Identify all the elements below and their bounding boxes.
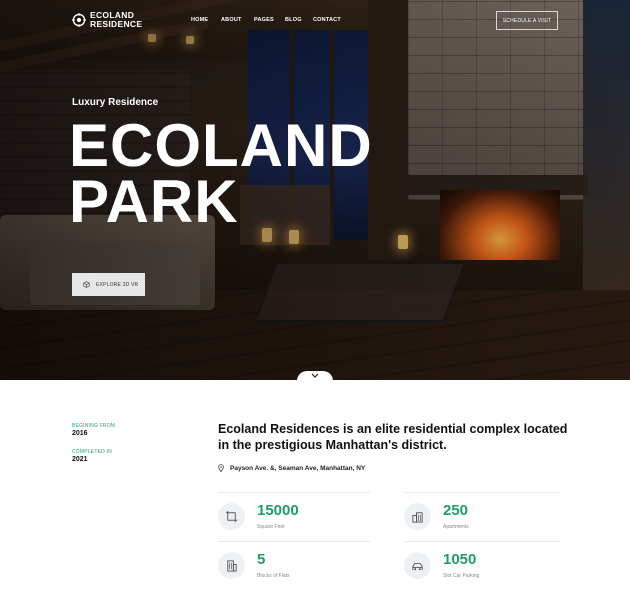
stat-label: Slot Car Parking: [443, 573, 480, 579]
stat-text: 1050 Slot Car Parking: [443, 551, 480, 580]
stat-label: Apartments: [443, 524, 469, 530]
schedule-visit-button[interactable]: SCHEDULE A VISIT: [496, 11, 558, 30]
apartments-icon: [412, 512, 423, 523]
stat-icon-wrap: [404, 503, 431, 530]
stat-text: 5 Blocks of Flats: [257, 551, 290, 580]
address-text: Payson Ave. &, Seaman Ave, Manhattan, NY: [230, 464, 366, 472]
divider: [404, 541, 560, 542]
logo[interactable]: ECOLAND RESIDENCE: [72, 11, 142, 28]
explore-vr-label: EXPLORE 3D VR: [96, 281, 139, 288]
beginning-label: BEGINING FROM: [72, 423, 116, 429]
explore-vr-button[interactable]: EXPLORE 3D VR: [72, 273, 145, 296]
stat-value: 5: [257, 551, 266, 568]
stat-parking: 1050 Slot Car Parking: [404, 552, 479, 579]
stat-blocks: 5 Blocks of Flats: [218, 552, 290, 579]
address: Payson Ave. &, Seaman Ave, Manhattan, NY: [218, 464, 365, 472]
logo-icon: [72, 12, 86, 27]
area-icon: [225, 510, 238, 523]
nav-pages[interactable]: PAGES: [254, 17, 274, 23]
stat-text: 15000 Square Feet: [257, 502, 299, 531]
location-pin-icon: [218, 464, 224, 472]
nav-home[interactable]: HOME: [191, 17, 208, 23]
logo-text: ECOLAND RESIDENCE: [90, 11, 142, 28]
divider: [404, 492, 560, 493]
completed-value: 2021: [72, 456, 88, 463]
stat-icon-wrap: [218, 503, 245, 530]
cube-icon: [83, 281, 90, 288]
chevron-down-icon: [311, 373, 319, 378]
stat-apartments: 250 Apartments: [404, 503, 469, 530]
divider: [218, 492, 370, 493]
stat-value: 1050: [443, 551, 477, 568]
nav-about[interactable]: ABOUT: [221, 17, 242, 23]
stat-value: 250: [443, 502, 469, 519]
scroll-down-button[interactable]: [297, 371, 333, 381]
stat-icon-wrap: [404, 552, 431, 579]
hero-title: ECOLAND PARK: [69, 112, 409, 235]
nav-contact[interactable]: CONTACT: [313, 17, 341, 23]
hero-title-line2: PARK: [69, 168, 239, 235]
stat-value: 15000: [257, 502, 299, 519]
stat-square-feet: 15000 Square Feet: [218, 503, 299, 530]
top-nav: ECOLAND RESIDENCE HOME ABOUT PAGES BLOG …: [0, 0, 630, 42]
stat-icon-wrap: [218, 552, 245, 579]
stat-label: Blocks of Flats: [257, 573, 290, 579]
stat-label: Square Feet: [257, 524, 285, 530]
intro-headline: Ecoland Residences is an elite residenti…: [218, 422, 568, 452]
nav-blog[interactable]: BLOG: [285, 17, 302, 23]
hero-title-line1: ECOLAND: [69, 112, 373, 179]
parking-icon: [412, 563, 423, 571]
building-icon: [227, 560, 237, 572]
hero-subtitle: Luxury Residence: [72, 97, 159, 108]
divider: [218, 541, 370, 542]
stat-text: 250 Apartments: [443, 502, 469, 531]
beginning-value: 2016: [72, 430, 88, 437]
logo-line2: RESIDENCE: [90, 18, 143, 29]
completed-label: COMPLETED IN: [72, 449, 112, 455]
